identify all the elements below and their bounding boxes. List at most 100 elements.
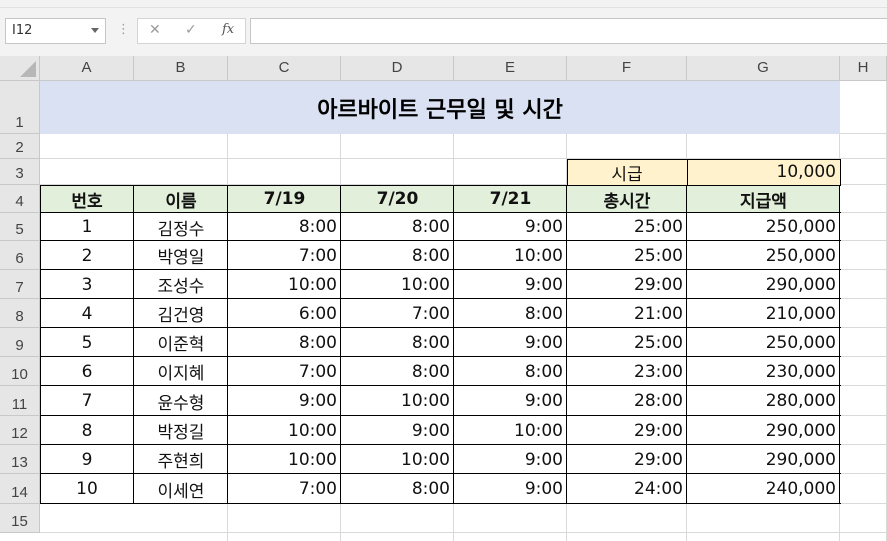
chevron-down-icon[interactable] [91, 28, 99, 33]
table-cell[interactable]: 9:00 [454, 386, 567, 416]
table-cell[interactable]: 24:00 [567, 474, 687, 504]
table-cell[interactable]: 8:00 [228, 328, 341, 357]
row-header-13[interactable]: 13 [0, 445, 40, 474]
table-cell[interactable]: 280,000 [687, 386, 840, 416]
table-cell[interactable]: 8:00 [341, 241, 454, 270]
drag-handle-icon[interactable]: ⋮ [117, 22, 130, 37]
name-box[interactable]: I12 [5, 18, 106, 44]
wage-value-cell[interactable]: 10,000 [687, 159, 840, 185]
row-header-2[interactable]: 2 [0, 134, 40, 159]
table-cell[interactable]: 1 [40, 213, 134, 241]
table-cell[interactable]: 10:00 [341, 386, 454, 416]
table-header-cell[interactable]: 7/19 [228, 185, 341, 213]
table-cell[interactable]: 10:00 [341, 270, 454, 299]
column-header-a[interactable]: A [40, 56, 134, 81]
table-cell[interactable]: 9:00 [454, 445, 567, 474]
table-cell[interactable]: 6 [40, 357, 134, 386]
row-header-6[interactable]: 6 [0, 241, 40, 270]
table-cell[interactable]: 250,000 [687, 213, 840, 241]
table-cell[interactable]: 9:00 [454, 270, 567, 299]
table-cell[interactable]: 4 [40, 299, 134, 328]
table-cell[interactable]: 10:00 [228, 270, 341, 299]
table-cell[interactable]: 윤수형 [134, 386, 228, 416]
table-cell[interactable]: 7:00 [341, 299, 454, 328]
row-header-3[interactable]: 3 [0, 159, 40, 185]
table-header-cell[interactable]: 7/20 [341, 185, 454, 213]
table-cell[interactable]: 290,000 [687, 416, 840, 445]
table-cell[interactable]: 이준혁 [134, 328, 228, 357]
table-cell[interactable]: 박영일 [134, 241, 228, 270]
table-cell[interactable]: 8:00 [341, 474, 454, 504]
row-header-14[interactable]: 14 [0, 474, 40, 504]
table-cell[interactable]: 7 [40, 386, 134, 416]
table-cell[interactable]: 6:00 [228, 299, 341, 328]
table-cell[interactable]: 25:00 [567, 328, 687, 357]
table-cell[interactable]: 10:00 [454, 416, 567, 445]
table-cell[interactable]: 25:00 [567, 213, 687, 241]
table-cell[interactable]: 21:00 [567, 299, 687, 328]
row-header-15[interactable]: 15 [0, 504, 40, 533]
table-cell[interactable]: 8:00 [341, 357, 454, 386]
table-cell[interactable]: 10:00 [228, 445, 341, 474]
table-cell[interactable]: 9 [40, 445, 134, 474]
table-cell[interactable]: 8:00 [454, 357, 567, 386]
column-header-h[interactable]: H [840, 56, 887, 81]
row-header-8[interactable]: 8 [0, 299, 40, 328]
table-header-cell[interactable]: 총시간 [567, 185, 687, 213]
table-cell[interactable]: 8:00 [228, 213, 341, 241]
cancel-icon[interactable]: ✕ [149, 22, 161, 38]
table-header-cell[interactable]: 지급액 [687, 185, 840, 213]
column-header-b[interactable]: B [134, 56, 228, 81]
table-cell[interactable]: 김정수 [134, 213, 228, 241]
formula-input[interactable] [250, 18, 887, 44]
table-cell[interactable]: 8:00 [341, 328, 454, 357]
table-cell[interactable]: 29:00 [567, 416, 687, 445]
table-cell[interactable]: 8 [40, 416, 134, 445]
wage-label-cell[interactable]: 시급 [567, 159, 687, 185]
table-cell[interactable]: 290,000 [687, 270, 840, 299]
enter-icon[interactable]: ✓ [185, 22, 197, 38]
table-cell[interactable]: 10:00 [228, 416, 341, 445]
table-cell[interactable]: 9:00 [454, 474, 567, 504]
table-cell[interactable]: 25:00 [567, 241, 687, 270]
table-cell[interactable]: 28:00 [567, 386, 687, 416]
table-cell[interactable]: 김건영 [134, 299, 228, 328]
table-cell[interactable]: 9:00 [228, 386, 341, 416]
table-cell[interactable]: 조성수 [134, 270, 228, 299]
table-cell[interactable]: 10 [40, 474, 134, 504]
table-cell[interactable]: 9:00 [454, 328, 567, 357]
table-cell[interactable]: 230,000 [687, 357, 840, 386]
table-cell[interactable]: 7:00 [228, 357, 341, 386]
column-header-d[interactable]: D [341, 56, 454, 81]
table-cell[interactable]: 8:00 [341, 213, 454, 241]
table-cell[interactable]: 9:00 [454, 213, 567, 241]
table-cell[interactable]: 290,000 [687, 445, 840, 474]
row-header-1[interactable]: 1 [0, 81, 40, 134]
table-cell[interactable]: 2 [40, 241, 134, 270]
table-cell[interactable]: 8:00 [454, 299, 567, 328]
worksheet-grid[interactable]: A B C D E F G H 1 2 3 4 5 6 7 8 9 10 11 12 13 14 15 아르바이트 근무일 및… [0, 56, 887, 541]
row-header-10[interactable]: 10 [0, 357, 40, 386]
table-header-cell[interactable]: 이름 [134, 185, 228, 213]
table-cell[interactable]: 9:00 [341, 416, 454, 445]
column-header-c[interactable]: C [228, 56, 341, 81]
table-cell[interactable]: 5 [40, 328, 134, 357]
row-header-7[interactable]: 7 [0, 270, 40, 299]
column-header-f[interactable]: F [567, 56, 687, 81]
table-cell[interactable]: 250,000 [687, 328, 840, 357]
row-header-5[interactable]: 5 [0, 213, 40, 241]
table-cell[interactable]: 7:00 [228, 241, 341, 270]
table-cell[interactable]: 29:00 [567, 270, 687, 299]
table-cell[interactable]: 23:00 [567, 357, 687, 386]
table-cell[interactable]: 10:00 [341, 445, 454, 474]
table-cell[interactable]: 3 [40, 270, 134, 299]
table-header-cell[interactable]: 7/21 [454, 185, 567, 213]
select-all-button[interactable] [0, 56, 40, 81]
row-header-12[interactable]: 12 [0, 416, 40, 445]
table-cell[interactable]: 250,000 [687, 241, 840, 270]
column-header-g[interactable]: G [687, 56, 840, 81]
table-cell[interactable]: 박정길 [134, 416, 228, 445]
table-cell[interactable]: 이지혜 [134, 357, 228, 386]
row-header-11[interactable]: 11 [0, 386, 40, 416]
table-header-cell[interactable]: 번호 [40, 185, 134, 213]
